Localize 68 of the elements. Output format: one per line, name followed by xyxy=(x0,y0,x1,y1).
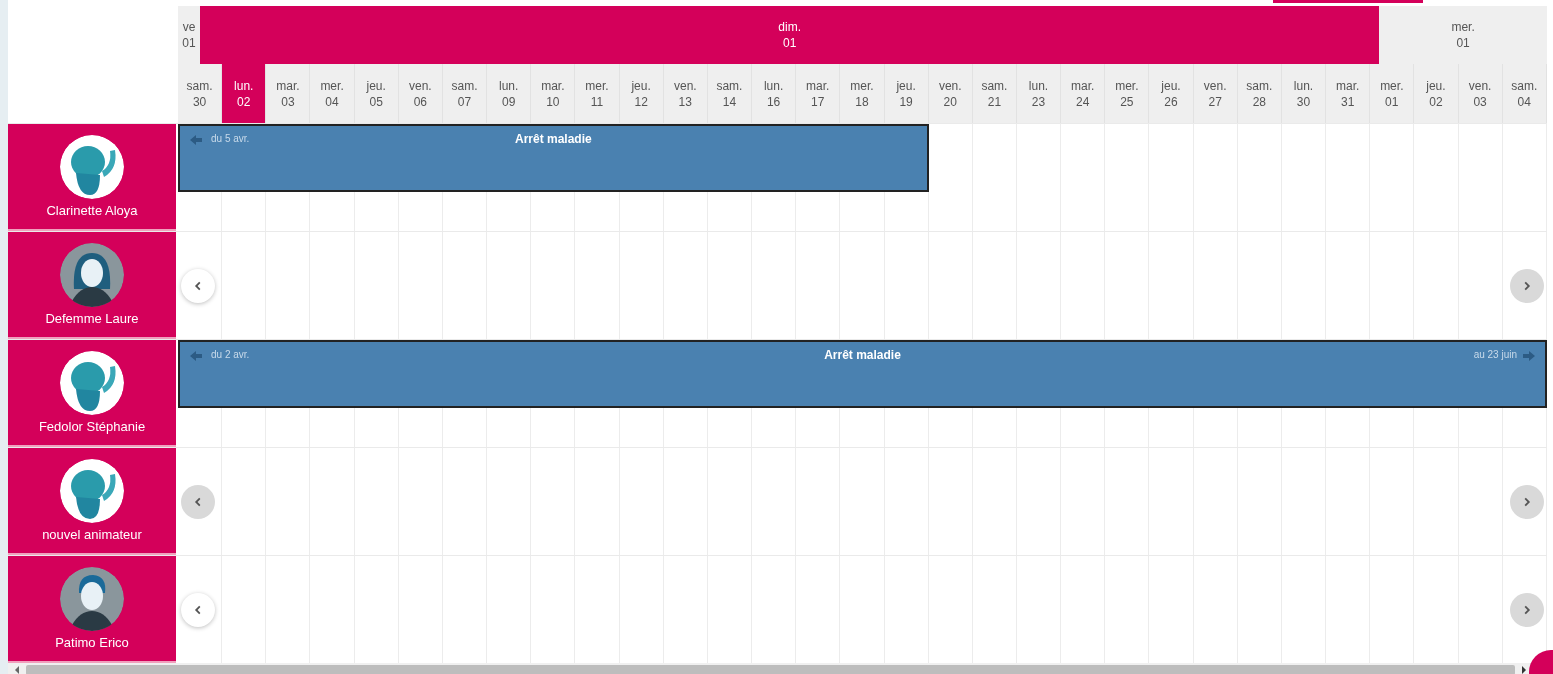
absence-bar[interactable]: du 2 avr. Arrêt maladie au 23 juin xyxy=(178,340,1547,408)
mascot-avatar-icon xyxy=(60,135,124,199)
day-header[interactable]: mer. 18 xyxy=(840,64,885,123)
person-card[interactable]: Defemme Laure xyxy=(8,232,176,339)
scroll-right-icon[interactable] xyxy=(1521,666,1527,674)
day-header[interactable]: lun. 23 xyxy=(1016,64,1062,123)
start-date-note: du 5 avr. xyxy=(211,133,250,144)
person-name: Defemme Laure xyxy=(45,311,139,326)
day-header[interactable]: jeu. 12 xyxy=(619,64,664,123)
right-arrow-icon xyxy=(1523,351,1535,361)
day-header[interactable]: ven. 06 xyxy=(398,64,443,123)
next-button[interactable] xyxy=(1510,593,1544,627)
day-header[interactable]: mar. 03 xyxy=(266,64,311,123)
month-header[interactable]: mer. 01 xyxy=(1379,6,1547,64)
person-card[interactable]: Fedolor Stéphanie xyxy=(8,340,176,447)
absence-title: Arrêt maladie xyxy=(515,132,592,146)
day-header[interactable]: lun. 30 xyxy=(1281,64,1327,123)
previous-button[interactable] xyxy=(181,269,215,303)
day-header[interactable]: mer. 04 xyxy=(310,64,355,123)
day-header[interactable]: ven. 13 xyxy=(663,64,708,123)
man-avatar-icon xyxy=(60,567,124,631)
day-header[interactable]: mer. 01 xyxy=(1370,64,1415,123)
end-date-note: au 23 juin xyxy=(1473,349,1517,360)
mascot-avatar-icon xyxy=(60,351,124,415)
scroll-left-icon[interactable] xyxy=(14,666,20,674)
day-header[interactable]: ven. 03 xyxy=(1458,64,1503,123)
day-header[interactable]: sam. 04 xyxy=(1502,64,1547,123)
absence-bar[interactable]: du 5 avr. Arrêt maladie xyxy=(178,124,929,192)
day-header[interactable]: mer. 25 xyxy=(1105,64,1150,123)
next-button[interactable] xyxy=(1510,269,1544,303)
day-header[interactable]: mar. 10 xyxy=(531,64,576,123)
day-header[interactable]: lun. 02 xyxy=(222,64,267,123)
day-header[interactable]: lun. 09 xyxy=(487,64,532,123)
day-header[interactable]: jeu. 02 xyxy=(1414,64,1459,123)
day-header[interactable]: jeu. 19 xyxy=(884,64,929,123)
woman-avatar-icon xyxy=(60,243,124,307)
person-card[interactable]: Patimo Erico xyxy=(8,556,176,663)
mascot-avatar-icon xyxy=(60,459,124,523)
person-name: Clarinette Aloya xyxy=(46,203,138,218)
day-header[interactable]: ven. 20 xyxy=(928,64,973,123)
person-name: Fedolor Stéphanie xyxy=(38,419,146,434)
month-header[interactable]: dim. 01 xyxy=(200,6,1380,64)
day-header[interactable]: sam. 21 xyxy=(972,64,1017,123)
absence-title: Arrêt maladie xyxy=(824,348,901,362)
month-header[interactable]: ve 01 xyxy=(178,6,201,64)
previous-button[interactable] xyxy=(181,485,215,519)
person-card[interactable]: nouvel animateur xyxy=(8,448,176,555)
start-date-note: du 2 avr. xyxy=(211,349,250,360)
previous-button[interactable] xyxy=(181,593,215,627)
day-header[interactable]: sam. 30 xyxy=(178,64,223,123)
person-name: Patimo Erico xyxy=(55,635,129,650)
day-header[interactable]: mar. 31 xyxy=(1326,64,1371,123)
day-header[interactable]: lun. 16 xyxy=(752,64,797,123)
left-arrow-icon xyxy=(190,351,202,361)
day-header[interactable]: mar. 17 xyxy=(796,64,841,123)
day-header[interactable]: mer. 11 xyxy=(575,64,620,123)
next-button[interactable] xyxy=(1510,485,1544,519)
day-header[interactable]: jeu. 26 xyxy=(1149,64,1194,123)
left-arrow-icon xyxy=(190,135,202,145)
horizontal-scrollbar[interactable] xyxy=(8,663,1533,674)
day-header[interactable]: sam. 07 xyxy=(442,64,488,123)
day-header[interactable]: ven. 27 xyxy=(1193,64,1238,123)
person-name: nouvel animateur xyxy=(42,527,142,542)
person-card[interactable]: Clarinette Aloya xyxy=(8,124,176,231)
day-header[interactable]: jeu. 05 xyxy=(354,64,399,123)
day-header[interactable]: sam. 28 xyxy=(1237,64,1282,123)
day-header[interactable]: sam. 14 xyxy=(707,64,753,123)
day-header[interactable]: mar. 24 xyxy=(1061,64,1106,123)
